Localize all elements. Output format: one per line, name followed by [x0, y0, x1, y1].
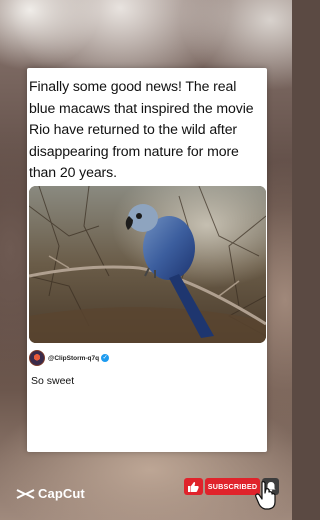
post-photo [29, 186, 266, 343]
post-card: Finally some good news! The real blue ma… [27, 68, 267, 452]
capcut-wordmark: CapCut [38, 486, 85, 501]
thumbs-up-icon [188, 481, 199, 492]
reply-text: So sweet [31, 375, 75, 387]
author-row[interactable]: @ClipStorm-q7q ✓ [29, 350, 110, 366]
capcut-watermark: CapCut [16, 486, 85, 501]
hand-cursor-icon [255, 481, 276, 510]
capcut-logo-icon [16, 488, 35, 499]
subscribed-button[interactable]: SUBSCRIBED [205, 478, 260, 495]
like-button[interactable] [184, 478, 203, 495]
avatar[interactable] [29, 350, 45, 366]
post-caption: Finally some good news! The real blue ma… [29, 78, 254, 180]
author-handle[interactable]: @ClipStorm-q7q [48, 355, 99, 362]
verified-badge-icon: ✓ [101, 354, 110, 362]
macaw-photo-illustration [29, 186, 266, 343]
